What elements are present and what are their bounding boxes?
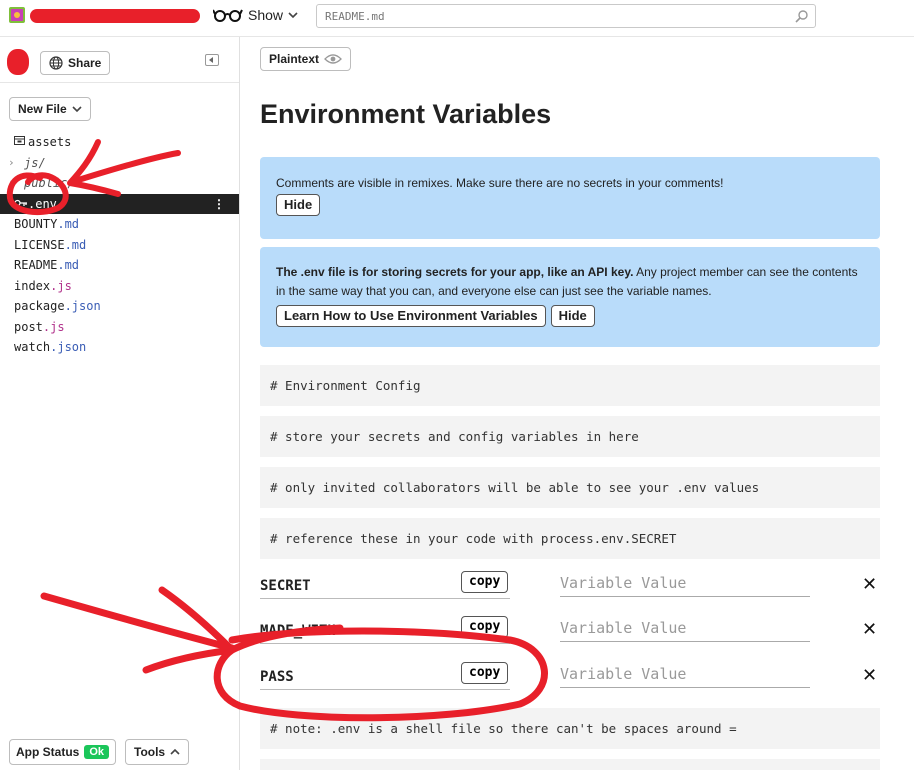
file-extension: .md (57, 217, 80, 231)
file-item-license[interactable]: LICENSE.md (0, 235, 239, 256)
hide-env-notice-button[interactable]: Hide (550, 305, 595, 327)
user-avatar[interactable] (7, 49, 29, 75)
project-name[interactable]: redacted-project (30, 9, 200, 23)
copy-button[interactable]: copy (461, 616, 509, 638)
app-status-label: App Status (16, 745, 80, 759)
env-comment-line[interactable]: # only invited collaborators will be abl… (260, 467, 880, 508)
file-item-readme[interactable]: README.md (0, 255, 239, 276)
top-bar: redacted-project Show (0, 0, 914, 37)
share-label: Share (68, 56, 102, 70)
file-extension: .json (50, 340, 87, 354)
file-item-public-folder[interactable]: › public/ (0, 173, 239, 194)
show-button[interactable]: Show (213, 5, 298, 25)
plaintext-toggle-button[interactable]: Plaintext (260, 47, 352, 71)
file-item-post[interactable]: post.js (0, 317, 239, 338)
file-name: index (14, 278, 51, 293)
assets-icon (14, 132, 28, 153)
file-item-js-folder[interactable]: › js/ (0, 153, 239, 174)
chevron-right-icon: › (8, 155, 15, 169)
env-comment-line-cut (260, 759, 880, 770)
page-title: Environment Variables (260, 99, 552, 129)
search-box[interactable] (316, 4, 816, 28)
glasses-icon (213, 9, 243, 22)
file-item-assets[interactable]: assets (0, 132, 239, 153)
env-variable-row: SECRET copy ✕ (260, 569, 890, 599)
sidebar-header: Share (0, 37, 239, 83)
variable-value-input[interactable] (560, 569, 810, 597)
env-comment-line[interactable]: # note: .env is a shell file so there ca… (260, 708, 880, 749)
new-file-label: New File (18, 102, 67, 116)
file-name: README (14, 258, 58, 272)
file-tree: assets › js/ › public/ .env ⋮ BOUNTY.md … (0, 132, 239, 358)
copy-button[interactable]: copy (461, 571, 509, 593)
delete-variable-icon[interactable]: ✕ (862, 574, 877, 595)
search-icon[interactable] (795, 9, 809, 23)
file-extension: .js (42, 319, 65, 334)
new-file-button[interactable]: New File (9, 97, 91, 121)
env-comment-line[interactable]: # Environment Config (260, 365, 880, 406)
file-name: .env (28, 196, 57, 211)
file-name: LICENSE (14, 237, 65, 252)
file-extension: .js (50, 278, 72, 293)
delete-variable-icon[interactable]: ✕ (862, 665, 877, 686)
tools-button[interactable]: Tools (125, 739, 190, 765)
editor-pane: Plaintext Environment Variables Comments… (240, 37, 914, 770)
file-name: public/ (24, 176, 75, 190)
copy-button[interactable]: copy (461, 662, 509, 684)
file-name: BOUNTY (14, 217, 58, 231)
file-item-bounty[interactable]: BOUNTY.md (0, 214, 239, 235)
file-extension: .md (57, 258, 80, 272)
plaintext-label: Plaintext (269, 52, 320, 66)
file-extension: .json (64, 299, 101, 313)
file-name: js/ (24, 155, 46, 170)
tools-label: Tools (134, 745, 166, 759)
env-comment-line[interactable]: # store your secrets and config variable… (260, 416, 880, 457)
file-name: package (14, 299, 65, 313)
globe-icon (49, 56, 63, 70)
notice-text: The .env file is for storing secrets for… (276, 263, 864, 301)
show-label: Show (248, 7, 284, 23)
file-options-icon[interactable]: ⋮ (213, 194, 225, 215)
delete-variable-icon[interactable]: ✕ (862, 619, 877, 640)
eye-icon (324, 54, 342, 64)
file-name: assets (28, 135, 72, 149)
chevron-right-icon: › (8, 176, 15, 189)
collapse-sidebar-icon[interactable] (205, 54, 219, 66)
file-item-watch[interactable]: watch.json (0, 337, 239, 358)
hide-comments-notice-button[interactable]: Hide (276, 194, 321, 216)
search-input[interactable] (325, 8, 785, 24)
share-button[interactable]: Share (40, 51, 111, 75)
project-avatar[interactable] (9, 7, 25, 23)
app-status-button[interactable]: App Status Ok (9, 739, 117, 765)
file-item-env[interactable]: .env ⋮ (0, 193, 239, 215)
file-item-package[interactable]: package.json (0, 296, 239, 317)
notice-text: Comments are visible in remixes. Make su… (276, 176, 724, 190)
env-notice: The .env file is for storing secrets for… (260, 247, 880, 347)
file-name: post (14, 319, 43, 334)
chevron-down-icon (72, 106, 82, 113)
chevron-up-icon (170, 748, 180, 755)
file-extension: .md (64, 237, 87, 252)
sidebar: Share New File assets › js/ › public/ .e… (0, 37, 240, 770)
notice-bold-text: The .env file is for storing secrets for… (276, 265, 634, 279)
env-comment-line[interactable]: # reference these in your code with proc… (260, 518, 880, 559)
env-variable-row: PASS copy ✕ (260, 660, 890, 690)
file-name: watch (14, 340, 51, 354)
file-item-index[interactable]: index.js (0, 276, 239, 297)
status-badge: Ok (84, 745, 110, 759)
variable-value-input[interactable] (560, 614, 810, 642)
chevron-down-icon (288, 12, 298, 19)
variable-value-input[interactable] (560, 660, 810, 688)
learn-env-vars-button[interactable]: Learn How to Use Environment Variables (276, 305, 546, 327)
env-variable-row: MADE_WITH copy ✕ (260, 614, 890, 644)
comments-notice: Comments are visible in remixes. Make su… (260, 157, 880, 239)
key-icon (14, 194, 28, 215)
